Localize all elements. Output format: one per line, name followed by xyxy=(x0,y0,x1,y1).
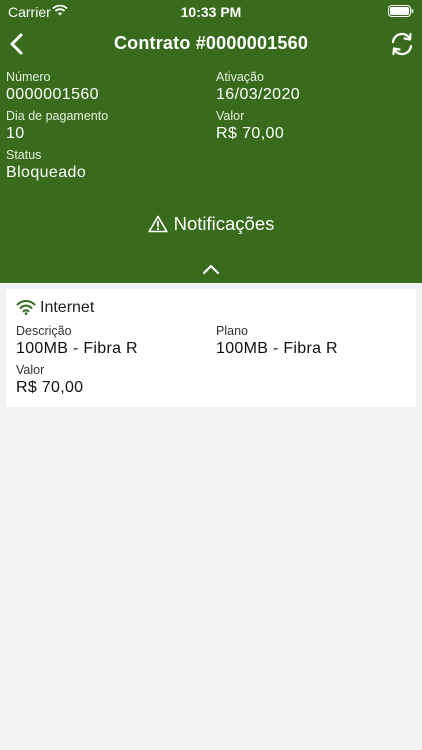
numero-label: Número xyxy=(6,70,51,84)
field-numero: Número 0000001560 xyxy=(6,70,99,105)
service-card: Internet Descrição 100MB - Fibra R Plano… xyxy=(6,289,416,407)
service-title: Internet xyxy=(16,299,94,319)
numero-value: 0000001560 xyxy=(6,86,99,103)
field-valor: Valor R$ 70,00 xyxy=(216,109,284,144)
ativacao-value: 16/03/2020 xyxy=(216,86,301,103)
valor-label: Valor xyxy=(216,109,245,123)
clock: 10:33 PM xyxy=(180,4,242,20)
status-label: Status xyxy=(6,148,42,162)
plano-value: 100MB - Fibra R xyxy=(216,340,338,357)
refresh-icon xyxy=(391,32,413,56)
status-value: Bloqueado xyxy=(6,164,87,181)
descricao-label: Descrição xyxy=(16,324,72,338)
contract-header: Carrier 10:33 PM Contrato #0000001560 Nú… xyxy=(0,0,422,283)
valor-value: R$ 70,00 xyxy=(216,125,285,142)
dia-pagamento-label: Dia de pagamento xyxy=(6,109,109,123)
plano-label: Plano xyxy=(216,324,248,338)
warning-icon xyxy=(148,215,168,233)
service-field-descricao: Descrição 100MB - Fibra R xyxy=(16,324,138,359)
service-field-valor: Valor R$ 70,00 xyxy=(16,363,83,398)
page-title: Contrato #0000001560 xyxy=(113,33,309,53)
service-valor-label: Valor xyxy=(16,363,45,377)
dia-pagamento-value: 10 xyxy=(6,125,25,142)
status-bar: Carrier 10:33 PM xyxy=(0,0,422,22)
refresh-button[interactable] xyxy=(388,30,416,58)
chevron-up-icon xyxy=(202,264,220,275)
ativacao-label: Ativação xyxy=(216,70,264,84)
notifications-label: Notificações xyxy=(173,213,275,234)
collapse-button[interactable] xyxy=(200,262,222,276)
service-field-plano: Plano 100MB - Fibra R xyxy=(216,324,338,359)
field-status: Status Bloqueado xyxy=(6,148,86,183)
service-valor-value: R$ 70,00 xyxy=(16,379,84,396)
notifications-button[interactable]: Notificações xyxy=(0,213,422,239)
field-dia-pagamento: Dia de pagamento 10 xyxy=(6,109,108,144)
nav-bar: Contrato #0000001560 xyxy=(0,28,422,60)
wifi-icon xyxy=(16,300,36,315)
field-ativacao: Ativação 16/03/2020 xyxy=(216,70,300,105)
descricao-value: 100MB - Fibra R xyxy=(16,340,138,357)
service-title-label: Internet xyxy=(40,299,95,316)
battery-icon xyxy=(388,4,414,20)
